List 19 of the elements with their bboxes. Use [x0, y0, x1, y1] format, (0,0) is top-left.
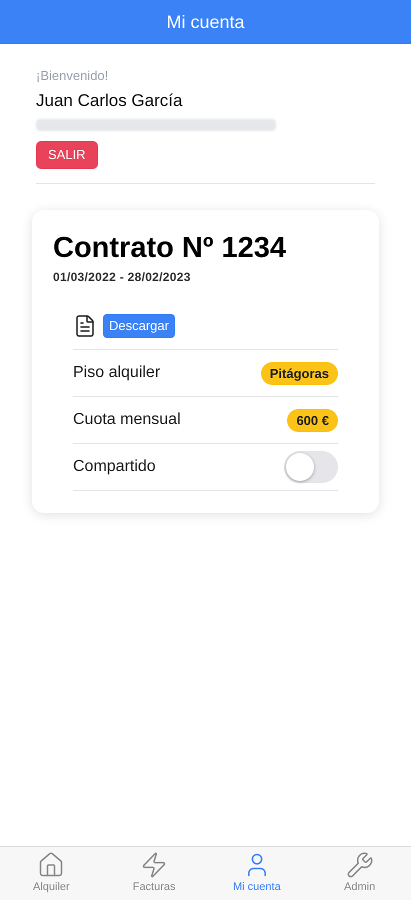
- toggle-switch[interactable]: [284, 451, 338, 484]
- tab[interactable]: Mi cuenta: [206, 847, 308, 900]
- page-title: Mi cuenta: [166, 10, 245, 34]
- logout-button[interactable]: SALIR: [36, 141, 98, 169]
- house-icon: [37, 851, 66, 880]
- row-label: Compartido: [73, 457, 156, 478]
- contract-period: 01/03/2022 - 28/02/2023: [53, 269, 192, 286]
- tab[interactable]: Facturas: [102, 847, 206, 900]
- contract-title: Contrato Nº 1234: [53, 231, 287, 266]
- wrench-icon: [346, 851, 374, 880]
- row-label: Piso alquiler: [73, 363, 160, 384]
- tab[interactable]: Admin: [308, 847, 411, 900]
- download-button[interactable]: Descargar: [103, 314, 175, 338]
- value-badge: Pitágoras: [260, 362, 338, 385]
- tab[interactable]: Alquiler: [0, 847, 103, 900]
- row-label: Cuota mensual: [73, 410, 181, 430]
- value-badge: 600 €: [287, 408, 338, 432]
- user-name: Juan Carlos García: [36, 90, 184, 112]
- greeting-text: ¡Bienvenido!: [36, 67, 110, 85]
